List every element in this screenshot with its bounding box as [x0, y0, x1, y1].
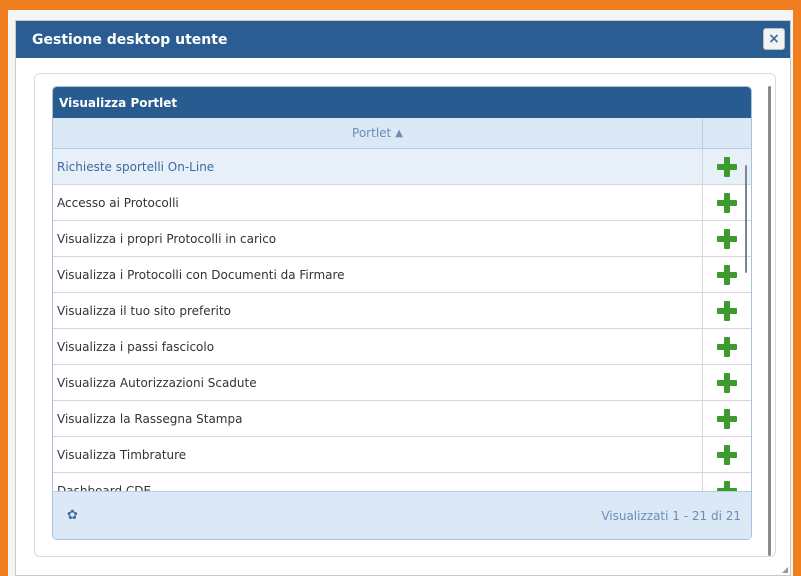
- add-icon[interactable]: [716, 372, 738, 394]
- add-icon[interactable]: [716, 156, 738, 178]
- list-item[interactable]: Visualizza la Rassegna Stampa: [53, 401, 751, 437]
- portlet-panel: Visualizza Portlet Portlet ▲ Richieste s…: [52, 86, 752, 540]
- list-item[interactable]: Visualizza i passi fascicolo: [53, 329, 751, 365]
- close-icon: ×: [768, 31, 780, 47]
- list-item[interactable]: Visualizza i propri Protocolli in carico: [53, 221, 751, 257]
- gear-icon[interactable]: ✿: [67, 508, 78, 523]
- column-header-actions: [702, 118, 751, 148]
- add-icon[interactable]: [716, 444, 738, 466]
- add-icon[interactable]: [716, 264, 738, 286]
- panel-title: Visualizza Portlet: [53, 87, 751, 118]
- panel-footer: ✿ Visualizzati 1 - 21 di 21: [53, 491, 751, 539]
- add-icon[interactable]: [716, 480, 738, 491]
- list-item[interactable]: Visualizza il tuo sito preferito: [53, 293, 751, 329]
- list-scrollbar[interactable]: [745, 165, 747, 273]
- list-item-label: Visualizza la Rassegna Stampa: [57, 411, 243, 426]
- dialog: Gestione desktop utente × Visualizza Por…: [15, 20, 791, 576]
- dialog-body: Visualizza Portlet Portlet ▲ Richieste s…: [34, 73, 776, 557]
- sort-ascending-icon: ▲: [395, 127, 403, 139]
- dialog-scrollbar[interactable]: [768, 86, 771, 556]
- column-header-portlet[interactable]: Portlet ▲: [53, 118, 702, 148]
- add-icon[interactable]: [716, 192, 738, 214]
- resize-grip-icon[interactable]: ◢: [782, 566, 788, 574]
- close-button[interactable]: ×: [763, 28, 785, 50]
- list-item-label: Visualizza i Protocolli con Documenti da…: [57, 267, 345, 282]
- list-item[interactable]: Visualizza i Protocolli con Documenti da…: [53, 257, 751, 293]
- list-item-label: Visualizza Timbrature: [57, 447, 187, 462]
- add-icon[interactable]: [716, 408, 738, 430]
- pager-text: Visualizzati 1 - 21 di 21: [601, 508, 741, 523]
- list-item[interactable]: Dashboard CDE: [53, 473, 751, 491]
- list-item-label: Richieste sportelli On-Line: [57, 159, 215, 174]
- list-item[interactable]: Accesso ai Protocolli: [53, 185, 751, 221]
- column-header-row: Portlet ▲: [53, 118, 751, 149]
- dialog-title: Gestione desktop utente: [32, 31, 228, 48]
- add-icon[interactable]: [716, 300, 738, 322]
- column-header-label: Portlet: [352, 126, 392, 140]
- add-icon[interactable]: [716, 228, 738, 250]
- list-item-label: Accesso ai Protocolli: [57, 195, 179, 210]
- list-item-label: Visualizza i passi fascicolo: [57, 339, 215, 354]
- dialog-titlebar: Gestione desktop utente ×: [16, 21, 790, 58]
- list-item-label: Visualizza i propri Protocolli in carico: [57, 231, 277, 246]
- list-item[interactable]: Richieste sportelli On-Line: [53, 149, 751, 185]
- list-item-label: Dashboard CDE: [57, 483, 152, 492]
- add-icon[interactable]: [716, 336, 738, 358]
- list-item[interactable]: Visualizza Timbrature: [53, 437, 751, 473]
- list-item-label: Visualizza Autorizzazioni Scadute: [57, 375, 257, 390]
- list-item-label: Visualizza il tuo sito preferito: [57, 303, 231, 318]
- list-item[interactable]: Visualizza Autorizzazioni Scadute: [53, 365, 751, 401]
- portlet-list: Richieste sportelli On-Line Accesso ai P…: [53, 149, 751, 491]
